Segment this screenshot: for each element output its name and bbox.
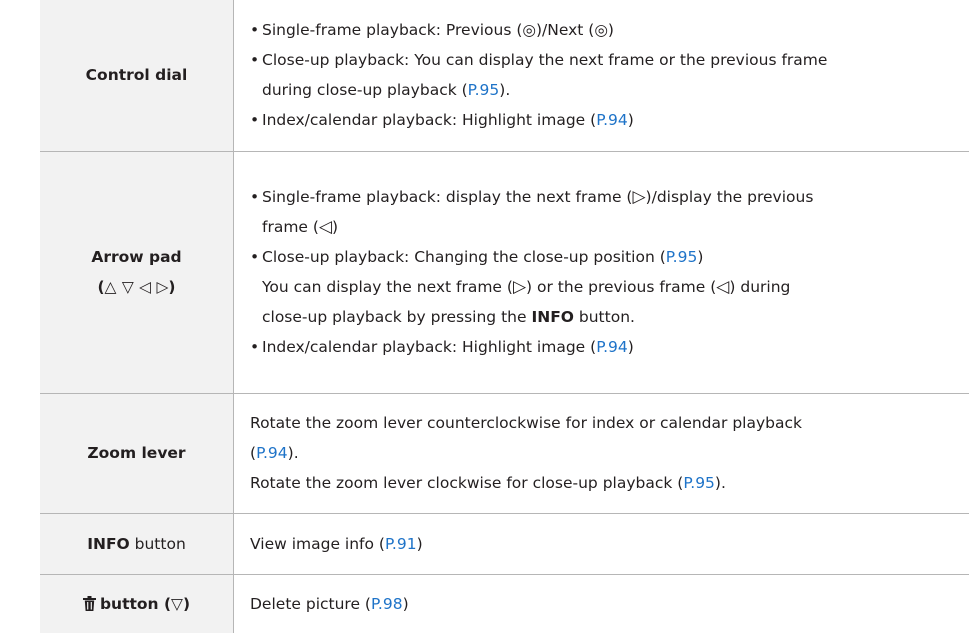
page-link[interactable]: P.95 [468, 81, 500, 99]
bullet-list: • Single-frame playback: display the next… [250, 182, 945, 362]
list-item: • Close-up playback: You can display the … [250, 51, 828, 100]
page-link[interactable]: P.95 [666, 248, 698, 266]
page-link[interactable]: P.94 [596, 338, 628, 356]
list-item: • Index/calendar playback: Highlight imag… [250, 338, 634, 356]
table-row-delete-button: button (▽) Delete picture (P.98) [40, 574, 969, 633]
row-value: • Single-frame playback: display the next… [233, 151, 969, 394]
left-arrow-icon: ◁ [716, 277, 730, 297]
row-key: Zoom lever [40, 393, 234, 514]
right-arrow-icon: ▷ [512, 277, 527, 297]
row-value: • Single-frame playback: Previous (◎)/Nex… [233, 0, 969, 152]
row-key: Arrow pad (△ ▽ ◁ ▷) [40, 151, 234, 394]
table-row-control-dial: Control dial • Single-frame playback: Pre… [40, 0, 969, 152]
page-link[interactable]: P.98 [371, 595, 403, 613]
table-row-arrow-pad: Arrow pad (△ ▽ ◁ ▷) • Single-frame playba… [40, 151, 969, 394]
row-value: View image info (P.91) [233, 513, 969, 575]
list-item: • Close-up playback: Changing the close-u… [250, 248, 791, 326]
dial-icon: ◎ [522, 21, 536, 40]
table-row-info-button: INFO button View image info (P.91) [40, 513, 969, 575]
row-value: Delete picture (P.98) [250, 594, 409, 613]
dial-icon: ◎ [594, 21, 608, 40]
bullet-list: • Single-frame playback: Previous (◎)/Nex… [250, 15, 945, 135]
list-item: • Index/calendar playback: Highlight imag… [250, 111, 634, 130]
list-item: • Single-frame playback: display the next… [250, 187, 814, 237]
left-arrow-icon: ◁ [318, 217, 333, 237]
arrow-pad-icons: (△ ▽ ◁ ▷) [97, 278, 176, 296]
table-row-zoom-lever: Zoom lever Rotate the zoom lever counter… [40, 393, 969, 514]
row-key: Control dial [40, 0, 234, 152]
page-link[interactable]: P.94 [256, 444, 288, 462]
row-key: INFO button [40, 513, 234, 575]
row-key: button (▽) [40, 574, 234, 633]
page-link[interactable]: P.95 [683, 474, 715, 492]
right-arrow-icon: ▷ [632, 187, 646, 207]
page-link[interactable]: P.94 [596, 111, 628, 129]
playback-controls-table: Control dial • Single-frame playback: Pre… [40, 0, 969, 633]
list-item: • Single-frame playback: Previous (◎)/Nex… [250, 21, 614, 40]
trash-icon [82, 595, 96, 611]
row-value: Rotate the zoom lever counterclockwise f… [233, 393, 969, 514]
page-link[interactable]: P.91 [385, 535, 417, 553]
